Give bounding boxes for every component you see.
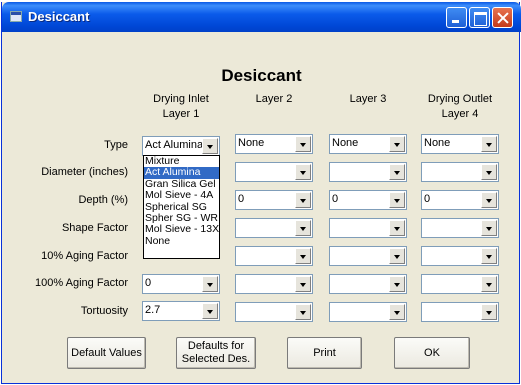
aging-100-layer-2-combo[interactable] xyxy=(235,274,313,294)
shape-factor-layer-4-combo[interactable] xyxy=(421,218,499,238)
chevron-down-icon[interactable] xyxy=(295,164,311,180)
diameter-layer-4-combo[interactable] xyxy=(421,162,499,182)
window-title: Desiccant xyxy=(28,9,90,24)
aging-10-layer-3-combo[interactable] xyxy=(329,246,407,266)
minimize-button[interactable] xyxy=(446,7,467,28)
dropdown-option[interactable]: Mol Sieve - 4A xyxy=(144,189,219,201)
depth-layer-2-combo[interactable]: 0 xyxy=(235,190,313,210)
tortuosity-layer-1-combo[interactable]: 2.7 xyxy=(142,301,220,321)
chevron-down-icon[interactable] xyxy=(295,304,311,320)
chevron-down-icon[interactable] xyxy=(202,138,218,154)
aging-100-layer-1-combo[interactable]: 0 xyxy=(142,274,220,294)
chevron-down-icon[interactable] xyxy=(481,164,497,180)
chevron-down-icon[interactable] xyxy=(389,192,405,208)
defaults-for-selected-button[interactable]: Defaults for Selected Des. xyxy=(176,337,256,369)
type-layer-4-combo[interactable]: None xyxy=(421,134,499,154)
tortuosity-layer-3-combo[interactable] xyxy=(329,302,407,322)
dropdown-option[interactable]: None xyxy=(144,235,219,247)
label-100-aging-factor: 100% Aging Factor xyxy=(35,277,128,289)
type-layer-1-combo[interactable]: Act Alumina xyxy=(142,136,220,156)
chevron-down-icon[interactable] xyxy=(481,276,497,292)
chevron-down-icon[interactable] xyxy=(202,303,218,319)
diameter-layer-2-combo[interactable] xyxy=(235,162,313,182)
app-icon xyxy=(10,11,22,22)
chevron-down-icon[interactable] xyxy=(295,192,311,208)
label-shape-factor: Shape Factor xyxy=(61,222,128,234)
label-depth: Depth (%) xyxy=(78,194,128,206)
diameter-layer-3-combo[interactable] xyxy=(329,162,407,182)
label-tortuosity: Tortuosity xyxy=(80,305,128,317)
aging-100-layer-4-combo[interactable] xyxy=(421,274,499,294)
chevron-down-icon[interactable] xyxy=(389,276,405,292)
label-type: Type xyxy=(104,139,128,151)
aging-10-layer-2-combo[interactable] xyxy=(235,246,313,266)
chevron-down-icon[interactable] xyxy=(389,164,405,180)
column-header-layer-3: Layer 3 xyxy=(349,93,387,105)
chevron-down-icon[interactable] xyxy=(389,304,405,320)
chevron-down-icon[interactable] xyxy=(481,220,497,236)
desiccant-window: Desiccant Desiccant Drying Inlet Layer 1… xyxy=(1,2,521,384)
type-layer-2-combo[interactable]: None xyxy=(235,134,313,154)
print-button[interactable]: Print xyxy=(287,337,362,369)
label-diameter: Diameter (inches) xyxy=(41,166,128,178)
tortuosity-layer-2-combo[interactable] xyxy=(235,302,313,322)
default-values-button[interactable]: Default Values xyxy=(67,337,146,369)
chevron-down-icon[interactable] xyxy=(389,248,405,264)
close-button[interactable] xyxy=(492,7,513,28)
depth-layer-4-combo[interactable]: 0 xyxy=(421,190,499,210)
chevron-down-icon[interactable] xyxy=(481,304,497,320)
chevron-down-icon[interactable] xyxy=(481,248,497,264)
column-header-layer-4: Drying Outlet Layer 4 xyxy=(427,93,493,120)
tortuosity-layer-4-combo[interactable] xyxy=(421,302,499,322)
chevron-down-icon[interactable] xyxy=(389,220,405,236)
title-bar[interactable]: Desiccant xyxy=(2,2,521,32)
dialog-heading: Desiccant xyxy=(221,66,302,85)
label-10-aging-factor: 10% Aging Factor xyxy=(41,250,128,262)
type-dropdown-list[interactable]: Mixture Act Alumina Gran Silica Gel Mol … xyxy=(143,155,220,259)
chevron-down-icon[interactable] xyxy=(389,136,405,152)
column-header-layer-1: Drying Inlet Layer 1 xyxy=(153,93,209,120)
shape-factor-layer-3-combo[interactable] xyxy=(329,218,407,238)
shape-factor-layer-2-combo[interactable] xyxy=(235,218,313,238)
type-layer-3-combo[interactable]: None xyxy=(329,134,407,154)
depth-layer-3-combo[interactable]: 0 xyxy=(329,190,407,210)
chevron-down-icon[interactable] xyxy=(295,220,311,236)
maximize-button[interactable] xyxy=(469,7,490,28)
chevron-down-icon[interactable] xyxy=(481,136,497,152)
column-header-layer-2: Layer 2 xyxy=(255,93,293,105)
aging-100-layer-3-combo[interactable] xyxy=(329,274,407,294)
ok-button[interactable]: OK xyxy=(394,337,470,369)
chevron-down-icon[interactable] xyxy=(295,248,311,264)
chevron-down-icon[interactable] xyxy=(295,276,311,292)
aging-10-layer-4-combo[interactable] xyxy=(421,246,499,266)
chevron-down-icon[interactable] xyxy=(202,276,218,292)
chevron-down-icon[interactable] xyxy=(295,136,311,152)
chevron-down-icon[interactable] xyxy=(481,192,497,208)
